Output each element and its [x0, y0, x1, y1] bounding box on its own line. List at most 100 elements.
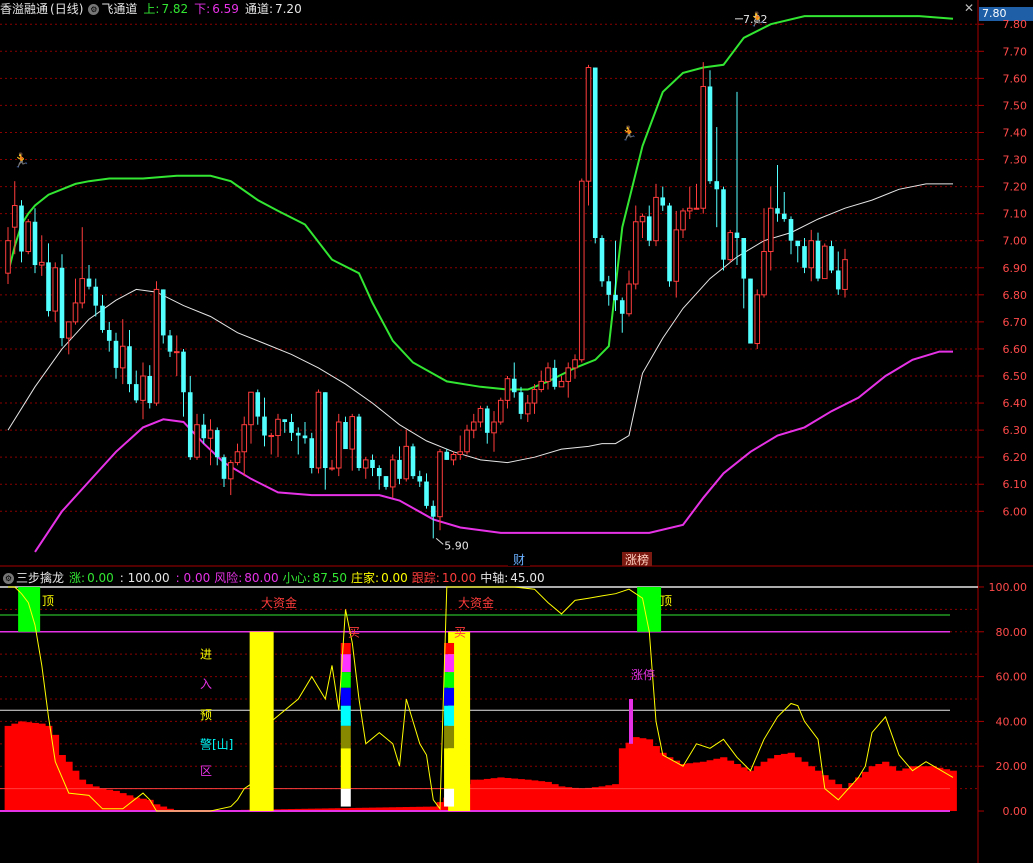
candle-body-down — [606, 281, 612, 295]
low-pointer — [435, 537, 444, 545]
y-tick-label: 6.90 — [1003, 262, 1028, 275]
red-energy-bar — [787, 752, 795, 812]
candle-body-up — [578, 180, 585, 361]
buy-signal-stack — [444, 725, 455, 749]
candle-body-down — [343, 422, 348, 450]
candle-body-down — [255, 392, 261, 417]
candle-body-down — [19, 205, 24, 252]
candle-body-up — [727, 232, 734, 261]
buy-signal-stack — [340, 748, 351, 789]
candle-body-up — [686, 207, 693, 212]
red-energy-bar — [497, 777, 505, 812]
buy-signal-stack — [340, 705, 351, 726]
red-energy-bar — [740, 767, 748, 812]
candle-body-down — [781, 213, 787, 220]
red-energy-bar — [645, 739, 654, 812]
candle-body-up — [227, 462, 234, 480]
candle-body-up — [504, 378, 511, 401]
candle-body-down — [775, 208, 780, 214]
zone-label-jin: 进 — [200, 648, 212, 662]
red-energy-bar — [875, 763, 883, 812]
red-energy-bar — [598, 786, 606, 812]
y-tick-label: 7.80 — [1003, 18, 1028, 31]
y-tick-label: 6.60 — [1003, 343, 1028, 356]
buy-signal-stack — [340, 725, 351, 749]
y-tick-label: 7.20 — [1003, 181, 1028, 194]
candle-body-up — [632, 221, 639, 285]
zone-label-qu: 区 — [200, 764, 212, 778]
candle-body-down — [262, 416, 267, 436]
red-energy-bar — [618, 748, 627, 812]
red-energy-bar — [578, 788, 586, 812]
buy-signal-stack — [340, 672, 351, 688]
candle-body-down — [160, 289, 166, 336]
candle-body-up — [11, 205, 18, 228]
red-energy-bar — [814, 770, 822, 812]
candle-body-down — [309, 438, 315, 468]
candle-body-up — [140, 375, 146, 401]
red-energy-bar — [686, 763, 694, 812]
candle-body-up — [268, 435, 275, 438]
candle-body-down — [282, 419, 288, 422]
candle-body-down — [707, 86, 713, 182]
red-energy-bar — [139, 798, 147, 812]
red-energy-bar — [591, 787, 600, 812]
red-energy-bar — [105, 789, 114, 812]
red-energy-bar — [672, 760, 681, 812]
candle-body-down — [835, 270, 841, 290]
candle-body-down — [802, 246, 807, 268]
y-tick-label: 7.30 — [1003, 154, 1028, 167]
red-energy-bar — [24, 722, 33, 812]
zone-label-ru: 入 — [200, 677, 212, 691]
buy-signal-stack — [444, 788, 455, 807]
red-energy-bar — [733, 763, 741, 812]
candle-body-down — [302, 435, 308, 439]
y-tick-label: 6.30 — [1003, 424, 1028, 437]
candle-body-up — [248, 391, 254, 426]
candle-body-down — [113, 340, 119, 368]
red-energy-bar — [605, 785, 613, 812]
candle-body-up — [173, 351, 180, 354]
buy-signal-stack — [444, 748, 455, 789]
candle-body-up — [673, 229, 680, 282]
red-energy-bar — [666, 757, 674, 812]
candle-body-up — [335, 421, 342, 469]
candle-body-down — [127, 346, 132, 385]
candle-body-down — [788, 219, 794, 241]
candle-body-down — [133, 384, 139, 401]
candle-body-down — [86, 278, 92, 287]
y-tick-label: 80.00 — [996, 626, 1028, 639]
red-energy-bar — [895, 770, 903, 812]
red-energy-bar — [517, 779, 525, 812]
y-tick-label: 6.10 — [1003, 478, 1028, 491]
candle-body-up — [275, 418, 281, 437]
candle-body-up — [497, 399, 504, 423]
candle-body-down — [829, 246, 834, 271]
y-tick-label: 7.00 — [1003, 235, 1028, 248]
candle-body-down — [714, 181, 720, 190]
red-energy-bar — [936, 767, 944, 812]
runner-icon: 🏃 — [13, 152, 30, 169]
top-signal-box — [637, 586, 662, 632]
zhangbang-tag: 涨榜 — [625, 552, 649, 567]
candle-body-up — [693, 207, 700, 210]
red-energy-bar — [477, 779, 485, 812]
candle-body-up — [450, 453, 457, 461]
red-energy-bar — [112, 790, 120, 812]
candle-body-up — [531, 389, 538, 404]
candle-body-up — [538, 380, 545, 391]
stock-chart[interactable]: 7.80 7.70 7.60 7.50 7.40 7.30 7.20 7.10 7.00 6.90… — [0, 0, 1033, 863]
red-energy-bar — [713, 758, 721, 812]
candle-body-down — [181, 351, 186, 393]
red-energy-bar — [490, 778, 498, 812]
red-energy-bar — [585, 787, 593, 812]
red-energy-bar — [571, 787, 579, 812]
candle-body-up — [842, 259, 848, 290]
candle-body-down — [370, 459, 375, 468]
candle-body-down — [100, 305, 105, 330]
candle-body-down — [424, 481, 429, 506]
red-energy-bar — [531, 780, 539, 812]
red-energy-bar — [4, 725, 12, 812]
zone-label-yu: 预 — [200, 708, 212, 722]
y-tick-label: 6.80 — [1003, 289, 1028, 302]
